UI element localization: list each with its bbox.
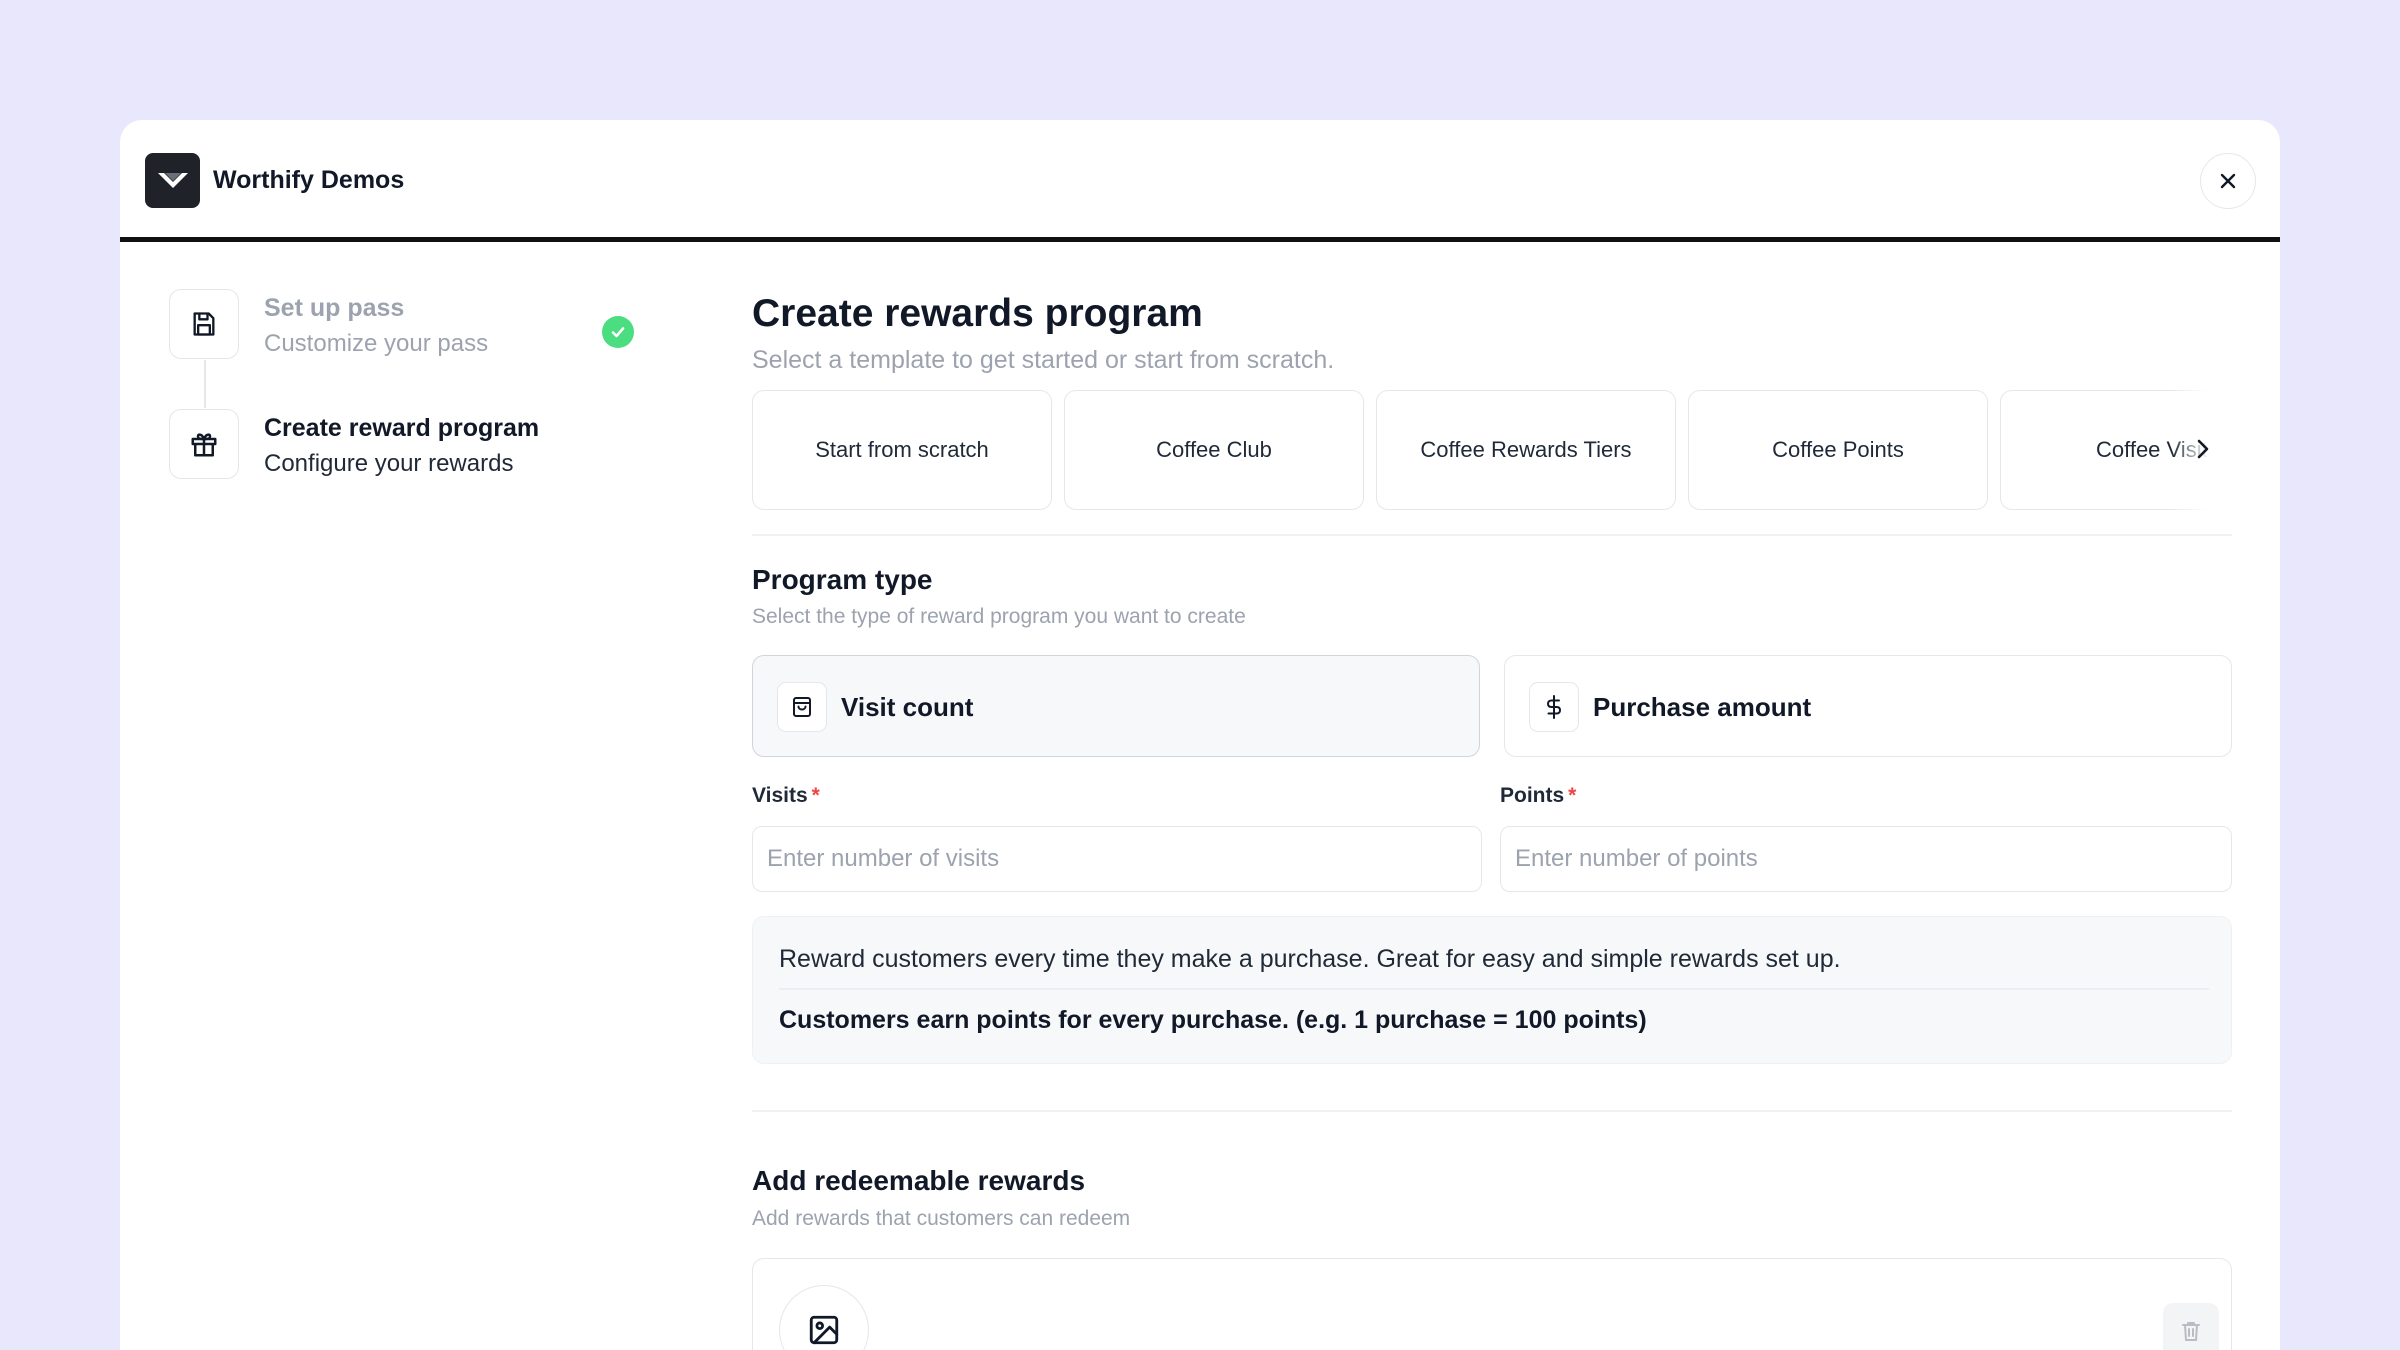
visits-label: Visits * xyxy=(752,784,820,807)
brand-name: Worthify Demos xyxy=(213,166,405,194)
divider xyxy=(752,1110,2232,1112)
dollar-icon xyxy=(1529,682,1579,732)
program-description: Reward customers every time they make a … xyxy=(779,945,1841,973)
purchase-amount-label: Purchase amount xyxy=(1593,692,1812,722)
step-setup-pass[interactable] xyxy=(169,289,239,359)
step-2-title: Create reward program xyxy=(264,414,540,442)
template-coffee-rewards-tiers[interactable]: Coffee Rewards Tiers xyxy=(1376,390,1676,510)
dialog: Worthify Demos Set up pass Customize you… xyxy=(120,120,2280,1350)
template-start-from-scratch[interactable]: Start from scratch xyxy=(752,390,1052,510)
program-example: Customers earn points for every purchase… xyxy=(779,1006,1647,1034)
page-title: Create rewards program xyxy=(752,292,1203,335)
save-icon xyxy=(193,312,215,336)
program-type-purchase-amount[interactable]: Purchase amount xyxy=(1504,655,2232,757)
template-coffee-club[interactable]: Coffee Club xyxy=(1064,390,1364,510)
program-info-box: Reward customers every time they make a … xyxy=(752,916,2232,1064)
step-1-subtitle: Customize your pass xyxy=(264,330,489,357)
step-1-title: Set up pass xyxy=(264,294,405,322)
template-coffee-points[interactable]: Coffee Points xyxy=(1688,390,1988,510)
carousel-next-button[interactable] xyxy=(2188,434,2218,464)
image-icon xyxy=(809,1315,839,1345)
step-2-subtitle: Configure your rewards xyxy=(264,450,514,477)
program-type-title: Program type xyxy=(752,564,933,595)
rewards-title: Add redeemable rewards xyxy=(752,1165,1086,1196)
program-type-visit-count[interactable]: Visit count xyxy=(752,655,1480,757)
program-type-subtitle: Select the type of reward program you wa… xyxy=(752,605,1246,628)
step-create-reward[interactable] xyxy=(169,409,239,479)
gift-icon xyxy=(191,433,217,457)
reward-item-card xyxy=(752,1258,2232,1350)
trash-icon xyxy=(2182,1322,2200,1341)
shopping-bag-icon xyxy=(777,682,827,732)
check-circle-icon xyxy=(602,316,634,348)
close-icon xyxy=(2220,173,2236,189)
template-carousel: Start from scratch Coffee Club Coffee Re… xyxy=(752,390,2232,510)
step-connector xyxy=(204,360,206,408)
points-input[interactable] xyxy=(1500,826,2232,892)
page-subtitle: Select a template to get started or star… xyxy=(752,346,1335,374)
chevron-right-icon xyxy=(2197,439,2209,459)
divider xyxy=(752,534,2232,536)
rewards-subtitle: Add rewards that customers can redeem xyxy=(752,1207,1131,1230)
points-label: Points * xyxy=(1500,784,1577,807)
visits-input[interactable] xyxy=(752,826,1482,892)
reward-image-upload[interactable] xyxy=(779,1285,869,1350)
visit-count-label: Visit count xyxy=(841,692,974,722)
worthify-logo-icon xyxy=(145,153,200,208)
top-bar: Worthify Demos xyxy=(120,120,2280,242)
delete-reward-button[interactable] xyxy=(2163,1303,2219,1350)
close-button[interactable] xyxy=(2200,153,2256,209)
info-divider xyxy=(779,988,2209,990)
